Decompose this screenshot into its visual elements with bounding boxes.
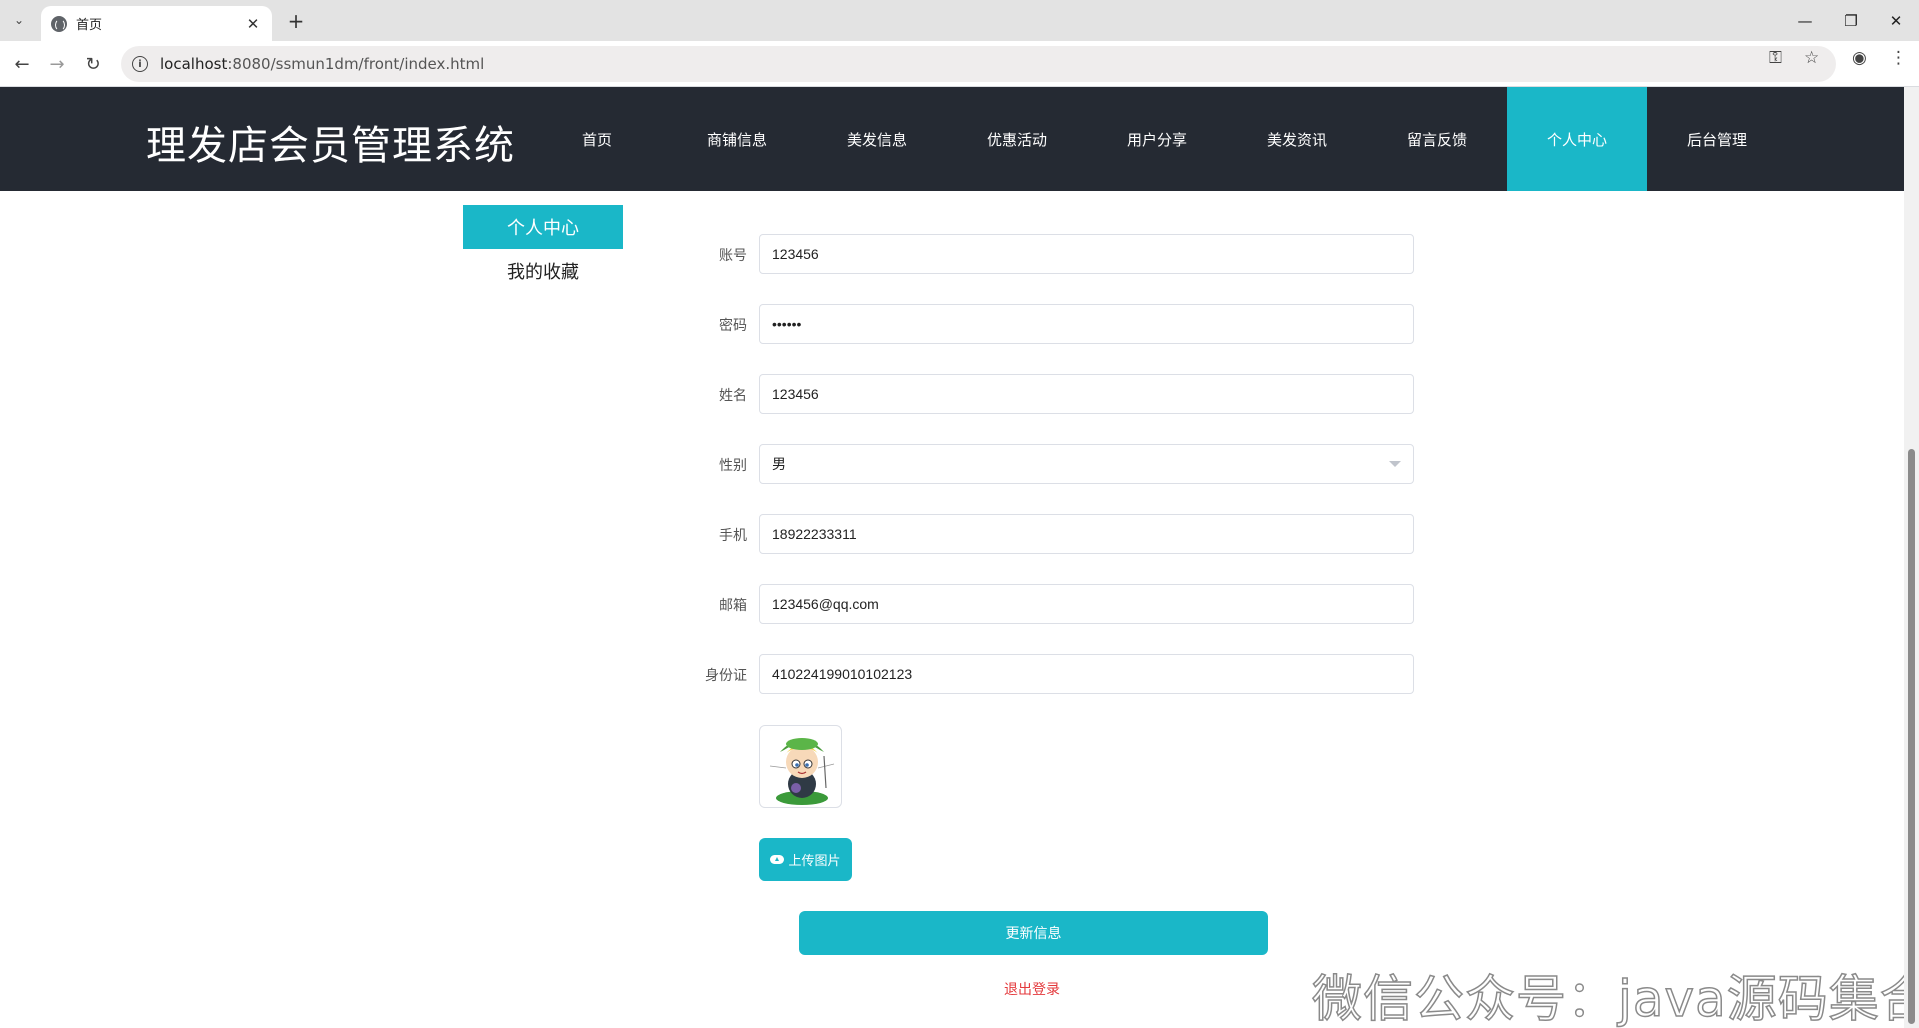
account-row: 账号 123456 [690, 234, 1415, 274]
nav-hair-info[interactable]: 美发信息 [807, 87, 947, 191]
nav-admin[interactable]: 后台管理 [1647, 87, 1787, 191]
upload-image-label: 上传图片 [788, 854, 841, 869]
site-title: 理发店会员管理系统 [146, 123, 515, 169]
nav-shop-info[interactable]: 商铺信息 [667, 87, 807, 191]
password-row: 密码 •••••• [690, 304, 1415, 344]
name-input[interactable]: 123456 [759, 374, 1414, 414]
cloud-upload-icon [770, 855, 785, 864]
update-info-button[interactable]: 更新信息 [799, 911, 1268, 955]
back-arrow-icon[interactable]: ← [8, 50, 36, 78]
reload-icon[interactable]: ↻ [79, 50, 107, 78]
address-bar[interactable]: i localhost:8080/ssmun1dm/front/index.ht… [121, 46, 1836, 82]
forward-arrow-icon[interactable]: → [43, 50, 71, 78]
menu-kebab-icon[interactable]: ⋮ [1890, 48, 1907, 68]
browser-tab[interactable]: 首页 ✕ [41, 6, 272, 41]
gender-label: 性别 [719, 458, 747, 474]
nav-hair-news[interactable]: 美发资讯 [1227, 87, 1367, 191]
phone-label: 手机 [719, 528, 747, 544]
main-nav: 首页 商铺信息 美发信息 优惠活动 用户分享 美发资讯 留言反馈 个人中心 后台… [527, 87, 1787, 191]
new-tab-button[interactable]: + [282, 7, 310, 35]
email-label: 邮箱 [719, 598, 747, 614]
close-tab-icon[interactable]: ✕ [244, 15, 262, 33]
browser-toolbar: ← → ↻ i localhost:8080/ssmun1dm/front/in… [0, 41, 1919, 87]
restore-button[interactable]: ❐ [1828, 0, 1874, 41]
tab-search-button[interactable]: ⌄ [6, 8, 32, 32]
nav-user-share[interactable]: 用户分享 [1087, 87, 1227, 191]
nav-promotions[interactable]: 优惠活动 [947, 87, 1087, 191]
site-info-icon[interactable]: i [132, 56, 148, 72]
password-label: 密码 [719, 318, 747, 334]
password-input[interactable]: •••••• [759, 304, 1414, 344]
watermark-text: 微信公众号：java源码集合 [1311, 969, 1904, 1028]
name-row: 姓名 123456 [690, 374, 1415, 414]
id-card-row: 身份证 410224199010102123 [690, 654, 1415, 694]
side-menu-personal-center[interactable]: 个人中心 [463, 205, 623, 249]
gender-value: 男 [772, 456, 786, 472]
globe-icon [51, 15, 67, 32]
phone-input[interactable]: 18922233311 [759, 514, 1414, 554]
page-content: 理发店会员管理系统 首页 商铺信息 美发信息 优惠活动 用户分享 美发资讯 留言… [0, 87, 1904, 1028]
gender-select[interactable]: 男 [759, 444, 1414, 484]
chevron-down-icon [1389, 461, 1401, 467]
url-text: localhost:8080/ssmun1dm/front/index.html [160, 55, 485, 73]
browser-tab-strip: ⌄ 首页 ✕ + — ❐ ✕ [0, 0, 1919, 41]
account-input[interactable]: 123456 [759, 234, 1414, 274]
name-label: 姓名 [719, 388, 747, 404]
side-menu: 个人中心 我的收藏 [463, 205, 623, 293]
page-scrollbar[interactable] [1904, 87, 1919, 1028]
logout-link[interactable]: 退出登录 [1004, 979, 1060, 999]
scrollbar-thumb[interactable] [1908, 449, 1915, 1024]
close-window-button[interactable]: ✕ [1873, 0, 1919, 41]
account-label: 账号 [719, 248, 747, 264]
nav-feedback[interactable]: 留言反馈 [1367, 87, 1507, 191]
nav-home[interactable]: 首页 [527, 87, 667, 191]
upload-image-button[interactable]: 上传图片 [759, 838, 852, 881]
tab-title: 首页 [76, 18, 103, 33]
bookmark-star-icon[interactable]: ☆ [1804, 48, 1819, 68]
id-card-label: 身份证 [705, 668, 747, 684]
nav-personal-center[interactable]: 个人中心 [1507, 87, 1647, 191]
email-input[interactable]: 123456@qq.com [759, 584, 1414, 624]
phone-row: 手机 18922233311 [690, 514, 1415, 554]
id-card-input[interactable]: 410224199010102123 [759, 654, 1414, 694]
profile-icon[interactable]: ◉ [1852, 48, 1867, 68]
email-row: 邮箱 123456@qq.com [690, 584, 1415, 624]
minimize-button[interactable]: — [1782, 0, 1828, 41]
key-icon[interactable]: ⚿ [1769, 48, 1782, 68]
site-header: 理发店会员管理系统 首页 商铺信息 美发信息 优惠活动 用户分享 美发资讯 留言… [0, 87, 1904, 191]
avatar-image [769, 738, 835, 805]
side-menu-favorites[interactable]: 我的收藏 [463, 249, 623, 293]
avatar-preview[interactable] [759, 725, 842, 808]
gender-row: 性别 男 [690, 444, 1415, 484]
